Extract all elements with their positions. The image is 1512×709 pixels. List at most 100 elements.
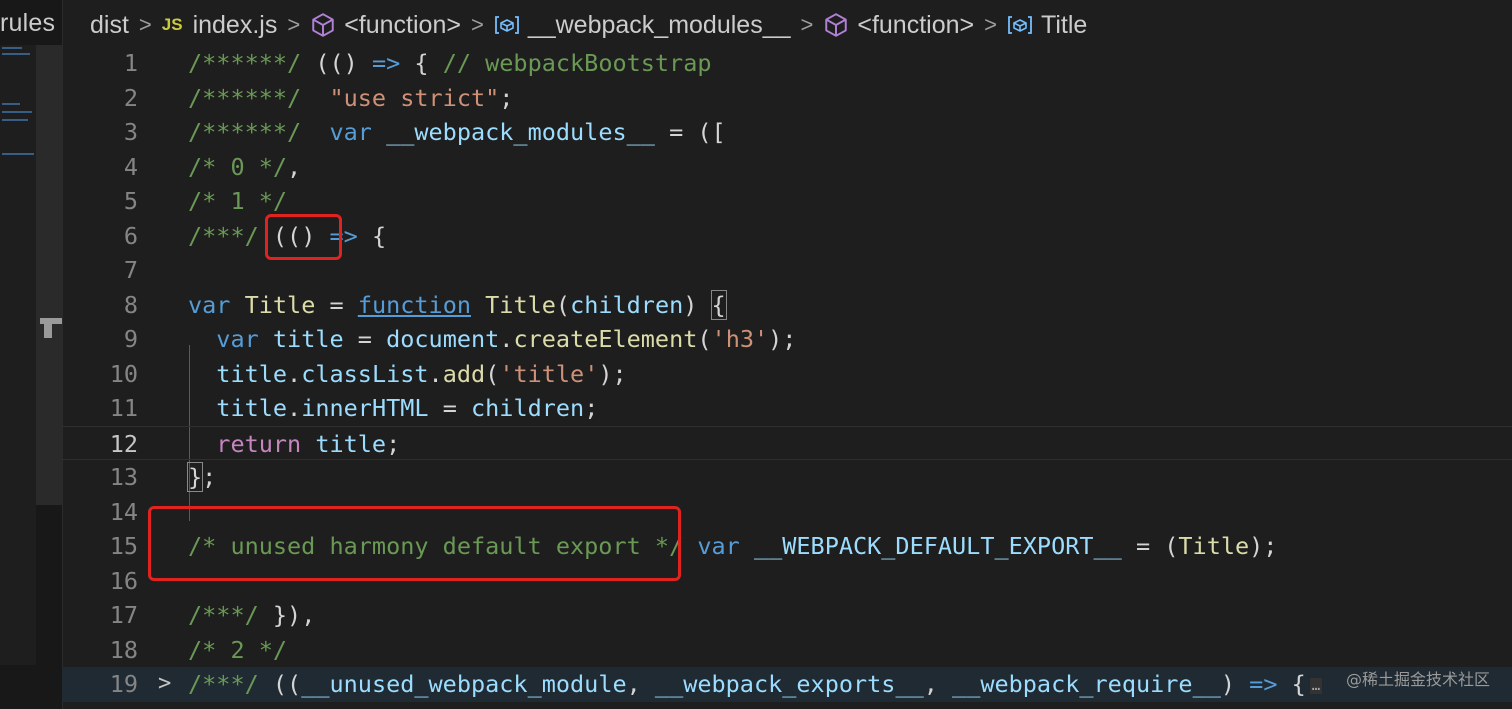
code-token: (( (258, 670, 302, 698)
line-number: 8 (123, 290, 138, 319)
code-token: __webpack_require__ (952, 670, 1221, 698)
chevron-right-icon: > (287, 12, 301, 37)
code-token: } (186, 462, 204, 492)
code-token: . (287, 359, 302, 388)
code-token: ); (768, 325, 797, 353)
code-line[interactable]: 8 var Title = function Title(children) { (62, 288, 1512, 323)
code-token: /******/ (188, 49, 302, 77)
variable-icon (494, 16, 519, 34)
code-token: /***/ (188, 601, 259, 629)
code-token: /******/ (188, 83, 302, 112)
code-line[interactable]: 3 /******/ var __webpack_modules__ = ([ (62, 115, 1512, 150)
code-line[interactable]: 19 > /***/ ((__unused_webpack_module, __we… (62, 667, 1512, 702)
code-token: . (428, 359, 443, 388)
code-token: = ( (1121, 532, 1179, 560)
code-token: // webpackBootstrap (442, 49, 712, 77)
code-text: title.classList.add('title'); (188, 357, 627, 392)
line-number: 6 (123, 221, 138, 250)
code-token: var (216, 325, 259, 353)
code-token: var (329, 118, 372, 146)
line-number: 11 (109, 394, 138, 422)
line-number: 13 (109, 463, 138, 491)
code-token: = (343, 325, 387, 353)
code-line[interactable]: 4 /* 0 */, (62, 150, 1512, 185)
scrollbar-notch (44, 324, 52, 338)
code-token: , (923, 670, 953, 698)
code-line[interactable]: 13}; (62, 460, 1512, 495)
code-token: document (386, 325, 500, 353)
code-token: children (570, 290, 684, 319)
breadcrumb-item-webpack-modules[interactable]: __webpack_modules__ (490, 11, 795, 40)
code-token: ; (386, 429, 401, 458)
code-token: /***/ (188, 670, 259, 698)
js-file-icon: JS (161, 15, 183, 34)
code-text: /***/ }), (188, 598, 315, 633)
explorer-folder-label[interactable]: rules (0, 9, 55, 38)
line-number: 12 (109, 429, 138, 458)
code-token: = (315, 290, 358, 319)
code-token: ; (584, 394, 599, 422)
code-token: ) (683, 290, 712, 319)
code-token: /* 0 */ (188, 152, 288, 181)
folded-ellipsis-icon[interactable]: … (1309, 677, 1323, 694)
minimap-line (2, 53, 30, 55)
code-token: add (442, 359, 486, 388)
code-line[interactable]: 9 var title = document.createElement('h3… (62, 322, 1512, 357)
code-text: return title; (188, 427, 400, 462)
code-token: function (357, 290, 471, 319)
fold-chevron-icon[interactable]: > (158, 667, 171, 702)
breadcrumb-item-function[interactable]: <function> (306, 11, 465, 40)
code-line[interactable]: 17 /***/ }), (62, 598, 1512, 633)
code-line[interactable]: 12 return title; (62, 425, 1512, 462)
code-text: /******/ (() => { // webpackBootstrap (188, 46, 712, 81)
line-number: 4 (123, 152, 138, 181)
scrollbar-track[interactable] (36, 45, 62, 505)
breadcrumb-item-title[interactable]: Title (1003, 11, 1091, 40)
code-token: 'h3' (711, 325, 769, 353)
code-token: "use strict" (329, 83, 500, 112)
line-number: 5 (123, 187, 138, 215)
code-token: classList (301, 359, 429, 388)
code-token: createElement (513, 325, 698, 353)
breadcrumb-item-dist[interactable]: dist (86, 11, 133, 40)
breadcrumb-label: Title (1040, 10, 1088, 39)
code-line[interactable]: 1 /******/ (() => { // webpackBootstrap (62, 46, 1512, 81)
chevron-right-icon: > (470, 12, 484, 37)
code-editor[interactable]: 1/******/ (() => { // webpackBootstrap 2/… (62, 45, 1512, 709)
code-text: var Title = function Title(children) { (188, 288, 727, 323)
code-token: title (315, 429, 387, 458)
code-token: ); (598, 359, 627, 388)
code-line[interactable]: 2 /******/ "use strict"; (62, 81, 1512, 116)
breadcrumb-label: <function> (857, 10, 975, 39)
line-number: 16 (109, 566, 138, 595)
code-token: var (697, 532, 740, 560)
code-text: /***/ ((__unused_webpack_module, __webpa… (188, 667, 1323, 702)
code-token: __webpack_modules__ (386, 118, 655, 146)
code-token: , (287, 152, 302, 181)
code-line[interactable]: 18 /* 2 */ (62, 633, 1512, 668)
code-line[interactable]: 11 title.innerHTML = children; (62, 391, 1512, 426)
code-text: title.innerHTML = children; (188, 391, 598, 426)
function-cube-icon (312, 13, 334, 37)
code-token: ; (202, 463, 217, 491)
watermark: @稀土掘金技术社区 (1345, 670, 1490, 689)
code-token: return (216, 429, 302, 458)
code-line[interactable]: 10 title.classList.add('title'); (62, 357, 1512, 392)
code-token: Title (1178, 532, 1250, 560)
minimap[interactable] (0, 45, 36, 665)
breadcrumb-item-file[interactable]: JS index.js (158, 11, 282, 40)
minimap-line (2, 47, 22, 49)
code-text: /******/ var __webpack_modules__ = ([ (188, 115, 726, 150)
code-token: , (626, 670, 655, 698)
breadcrumb-item-function[interactable]: <function> (819, 11, 978, 40)
minimap-line (2, 153, 34, 155)
code-token: var (188, 290, 231, 319)
annotation-box-arrow-function (265, 214, 342, 260)
